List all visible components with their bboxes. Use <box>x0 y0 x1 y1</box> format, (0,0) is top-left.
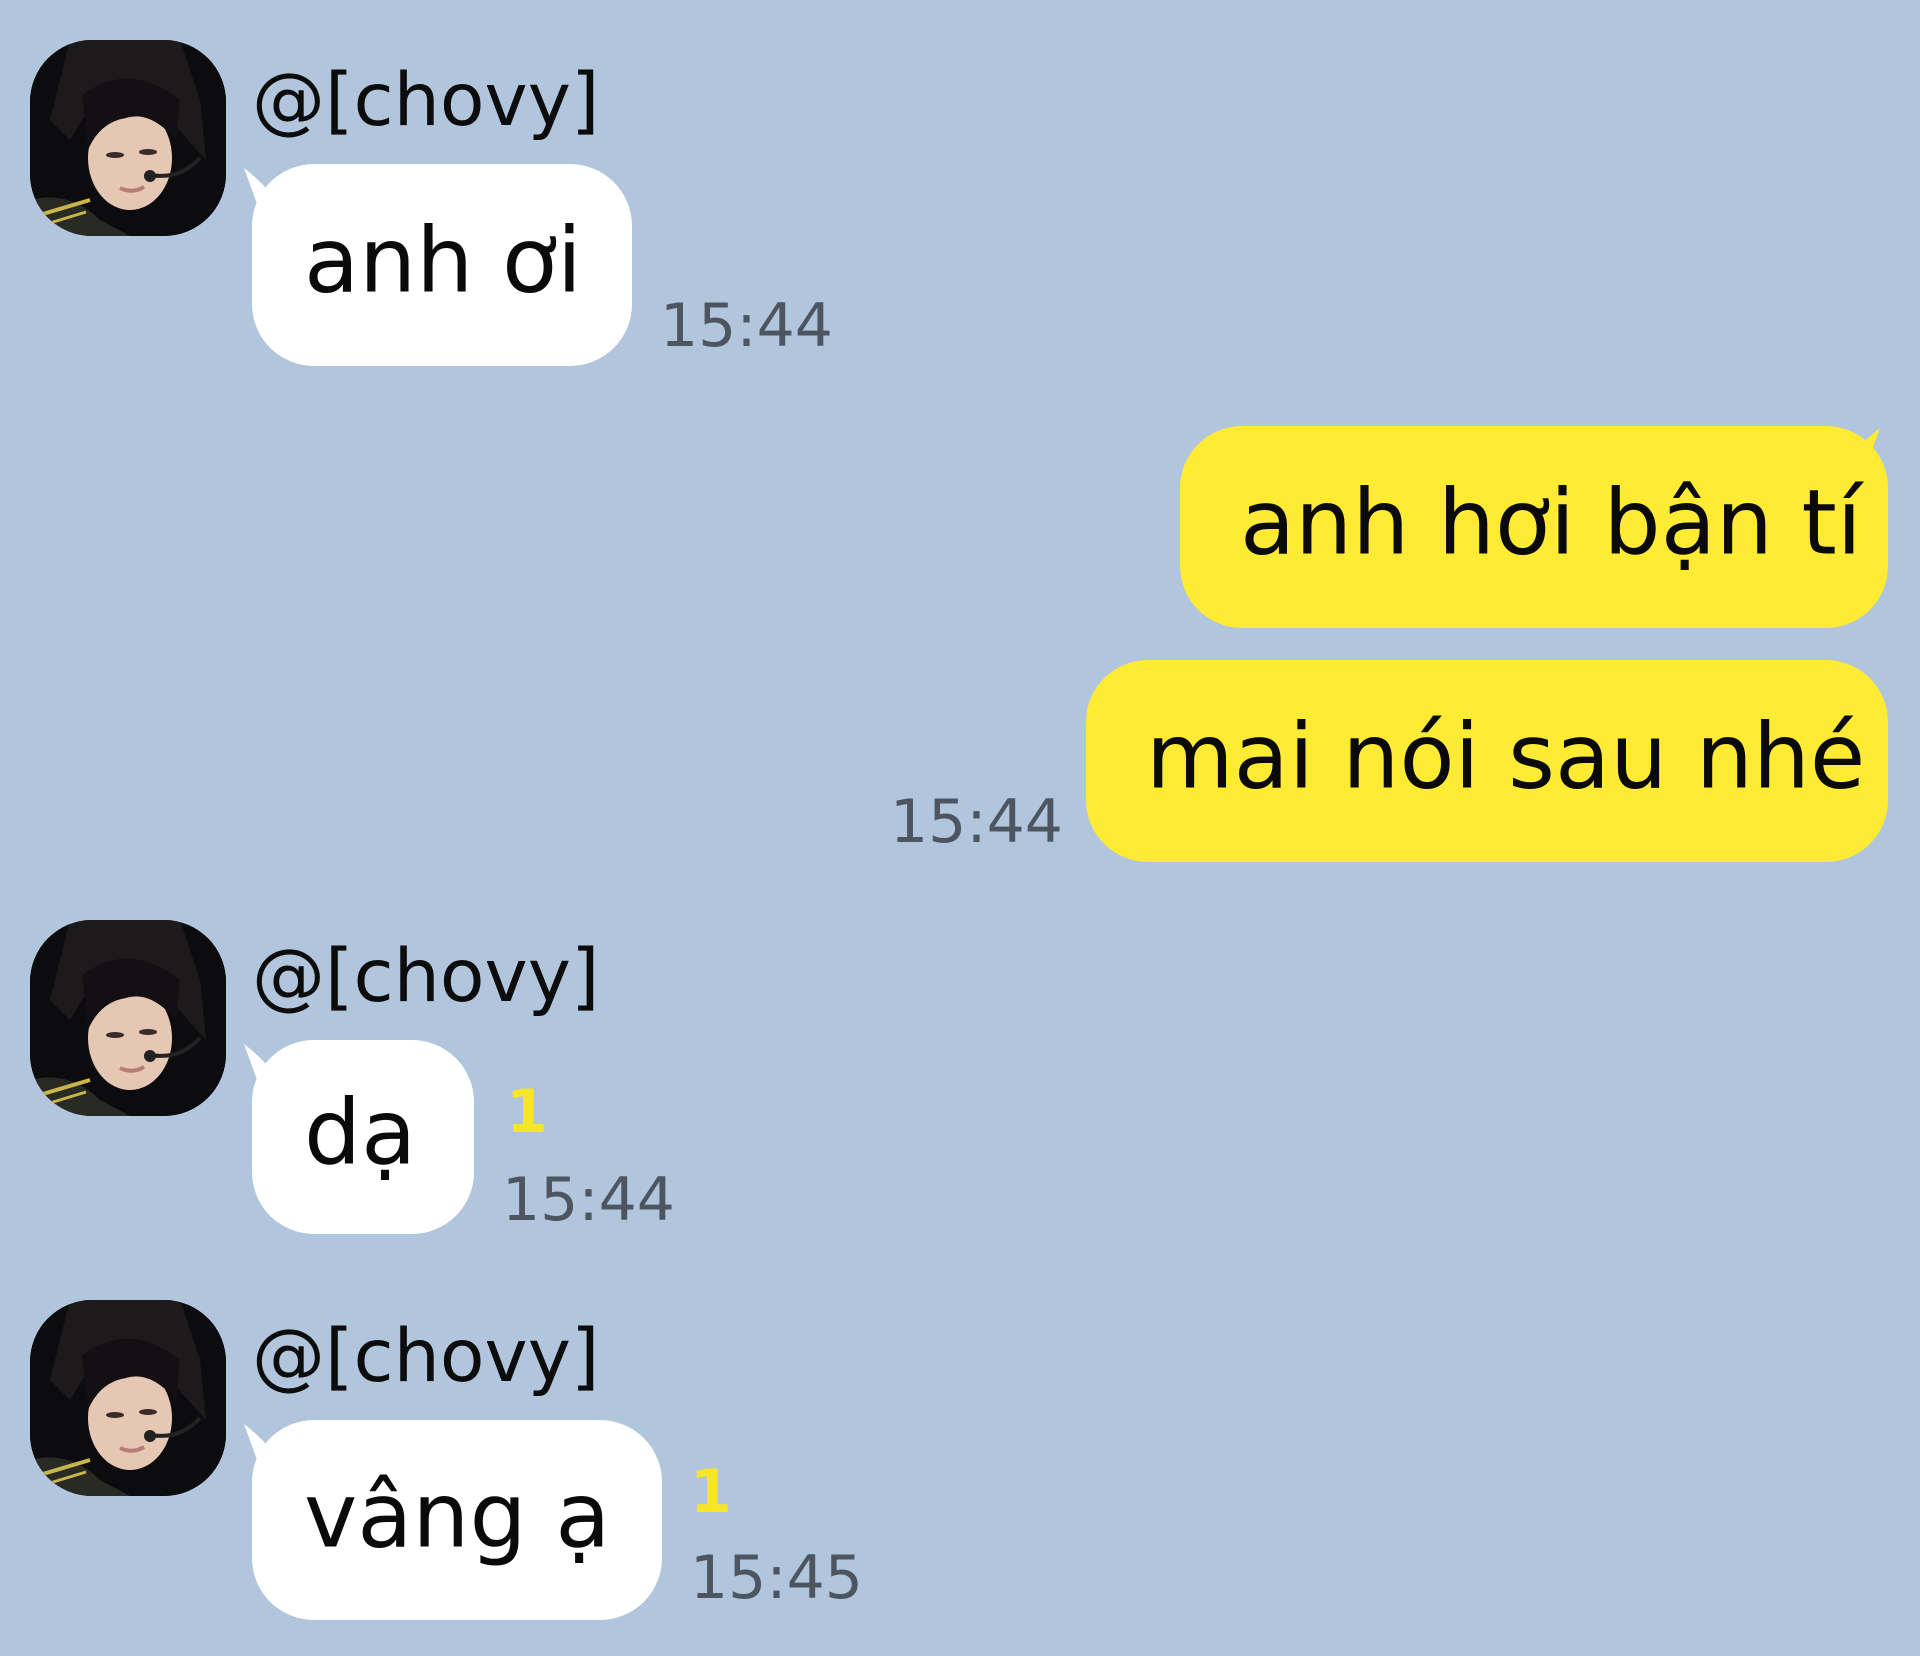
message-text: mai nói sau nhé <box>1146 704 1866 810</box>
message-bubble[interactable]: vâng ạ <box>252 1420 662 1620</box>
unread-count: 1 <box>506 1077 548 1147</box>
message-bubble[interactable]: dạ <box>252 1040 474 1234</box>
avatar[interactable] <box>30 1300 226 1496</box>
message-bubble[interactable]: anh hơi bận tí <box>1180 426 1888 628</box>
sender-name: @[chovy] <box>252 58 600 143</box>
message-bubble[interactable]: anh ơi <box>252 164 632 366</box>
message-text: dạ <box>304 1080 417 1186</box>
unread-count: 1 <box>690 1457 732 1527</box>
message-text: anh ơi <box>304 208 582 314</box>
message-text: vâng ạ <box>304 1463 611 1569</box>
sender-name: @[chovy] <box>252 934 600 1019</box>
profile-photo-icon <box>30 40 226 236</box>
sender-name: @[chovy] <box>252 1314 600 1399</box>
profile-photo-icon <box>30 1300 226 1496</box>
message-time: 15:44 <box>502 1165 675 1235</box>
message-time: 15:44 <box>660 291 833 361</box>
profile-photo-icon <box>30 920 226 1116</box>
message-text: anh hơi bận tí <box>1240 470 1862 576</box>
message-time: 15:44 <box>890 787 1063 857</box>
avatar[interactable] <box>30 40 226 236</box>
message-time: 15:45 <box>690 1543 863 1613</box>
message-bubble[interactable]: mai nói sau nhé <box>1086 660 1888 862</box>
avatar[interactable] <box>30 920 226 1116</box>
